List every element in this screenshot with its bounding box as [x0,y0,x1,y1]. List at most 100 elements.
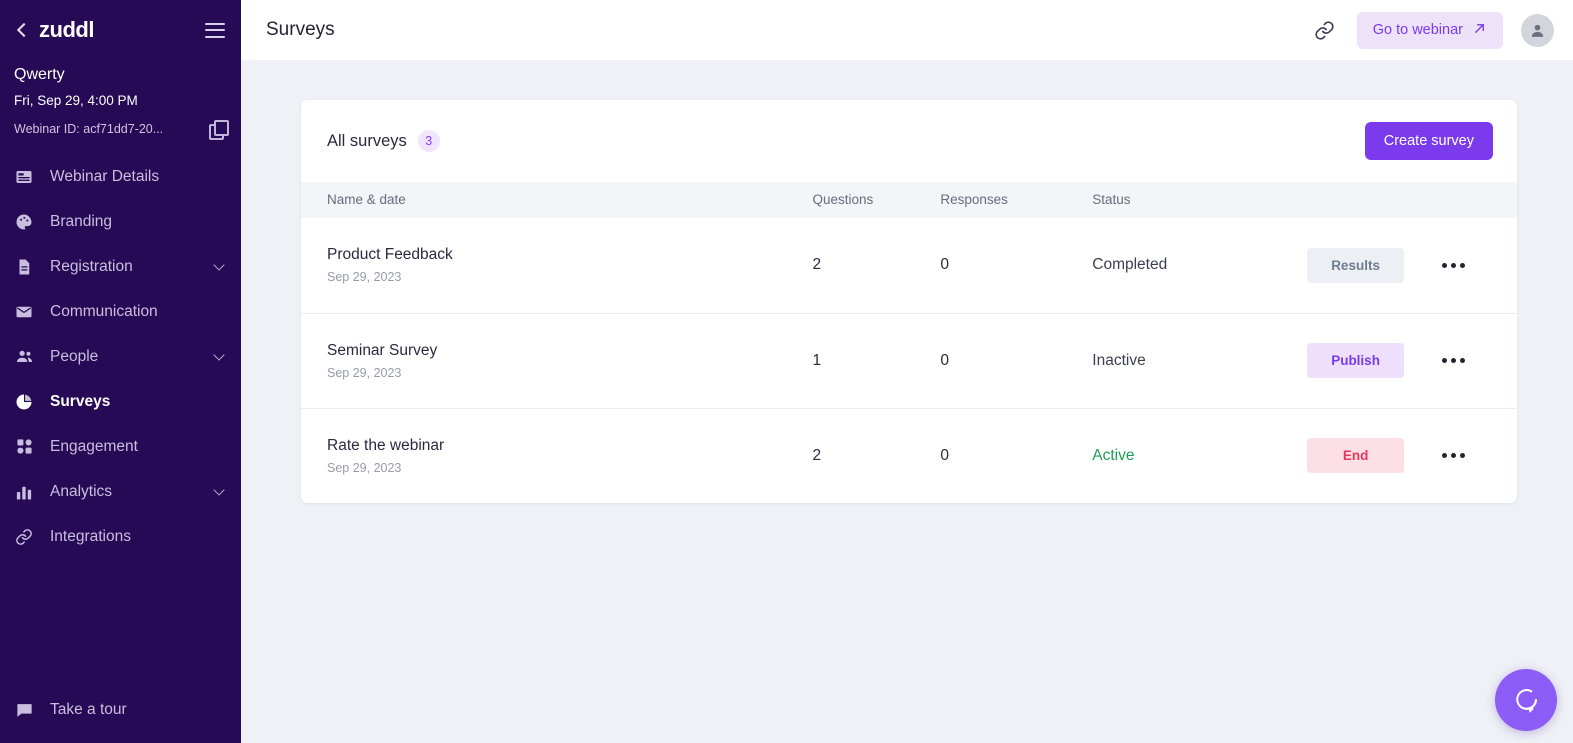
page-title: Surveys [266,19,335,40]
palette-icon [14,212,34,232]
survey-date: Sep 29, 2023 [327,460,402,475]
sidebar-header: zuddl [0,0,241,60]
results-button[interactable]: Results [1307,247,1405,283]
speech-bubble-icon [14,700,34,720]
main-area: Surveys Go to webinar All surveys 3 Crea… [241,0,1573,743]
brand-logo[interactable]: zuddl [39,17,205,43]
table-row[interactable]: Rate the webinar Sep 29, 2023 2 0 Active End [301,408,1517,503]
survey-date: Sep 29, 2023 [327,365,402,380]
more-options-icon[interactable] [1442,358,1468,363]
chevron-down-icon[interactable] [214,261,225,272]
column-header-action [1307,182,1442,218]
webinar-id: Webinar ID: acf71dd7-20... [14,122,164,136]
sidebar-item-label: Engagement [50,437,138,455]
survey-name: Product Feedback [327,246,453,264]
cell-menu [1442,313,1517,408]
sidebar-item-label: Analytics [50,482,113,500]
document-icon [14,257,34,277]
link-chain-icon[interactable] [1314,20,1335,41]
sidebar-item-branding[interactable]: Branding [0,199,241,244]
cell-questions: 2 [812,446,822,464]
top-header: Surveys Go to webinar [241,0,1573,60]
surveys-table: Name & date Questions Responses Status P… [301,182,1517,503]
more-options-icon[interactable] [1442,453,1468,459]
publish-button[interactable]: Publish [1307,343,1405,378]
sidebar-item-communication[interactable]: Communication [0,289,241,334]
cell-questions: 1 [812,351,822,369]
sidebar-item-label: Surveys [50,392,111,410]
sidebar-item-registration[interactable]: Registration [0,244,241,289]
table-head: Name & date Questions Responses Status [301,182,1517,218]
cell-name: Product Feedback Sep 29, 2023 [301,218,812,313]
sidebar-item-label: Branding [50,212,113,230]
cell-status: Completed [1092,218,1307,313]
sidebar-item-label: People [50,347,99,365]
cell-action: Publish [1307,313,1442,408]
chevron-down-icon[interactable] [214,351,225,362]
sidebar-item-integrations[interactable]: Integrations [0,514,241,559]
cell-name: Seminar Survey Sep 29, 2023 [301,313,812,408]
chat-widget-button[interactable] [1495,669,1557,731]
status-badge: Completed [1092,256,1168,274]
column-header-name: Name & date [327,192,406,207]
cell-responses: 0 [940,256,949,274]
table-row[interactable]: Seminar Survey Sep 29, 2023 1 0 Inactive Publ… [301,313,1517,408]
sidebar-item-engagement[interactable]: Engagement [0,424,241,469]
go-to-webinar-button[interactable]: Go to webinar [1356,11,1503,49]
cell-menu [1442,408,1517,503]
bar-chart-icon [14,482,34,502]
table-row[interactable]: Product Feedback Sep 29, 2023 2 0 Completed R… [301,218,1517,313]
survey-name: Rate the webinar [327,436,445,454]
sidebar-footer: Take a tour [0,691,241,743]
webinar-info: Qwerty Fri, Sep 29, 4:00 PM Webinar ID: … [0,60,241,150]
sidebar-nav: Webinar Details Branding Registration Commu… [0,154,241,691]
survey-count-badge: 3 [417,130,440,152]
cell-status: Active [1092,408,1307,503]
create-survey-button[interactable]: Create survey [1364,122,1493,160]
column-header-status: Status [1092,192,1131,207]
status-badge: Active [1092,446,1135,464]
go-to-webinar-label: Go to webinar [1372,22,1463,38]
column-header-responses: Responses [940,192,1008,207]
sidebar-item-label: Integrations [50,527,131,545]
cell-responses: 0 [940,446,949,464]
cell-action: Results [1307,218,1442,313]
cell-menu [1442,218,1517,313]
survey-name: Seminar Survey [327,341,438,359]
avatar[interactable] [1521,13,1554,47]
column-header-menu [1442,182,1517,218]
table-header-row: Name & date Questions Responses Status [301,182,1517,218]
sidebar-item-webinar-details[interactable]: Webinar Details [0,154,241,199]
copy-icon[interactable] [209,120,229,140]
cell-questions: 2 [812,256,822,274]
cell-action: End [1307,408,1442,503]
pie-chart-icon [14,392,34,412]
arrow-up-right-icon [1472,21,1487,40]
sidebar-item-surveys[interactable]: Surveys [0,379,241,424]
content-area: All surveys 3 Create survey Name & date … [241,60,1573,743]
end-button[interactable]: End [1307,438,1405,474]
sidebar-item-label: Registration [50,257,133,275]
hamburger-icon[interactable] [205,22,225,38]
grid-dots-icon [14,437,34,457]
card-title: All surveys [327,131,407,150]
webinar-id-row: Webinar ID: acf71dd7-20... [14,120,229,140]
sidebar-item-label: Take a tour [50,701,127,718]
sidebar: zuddl Qwerty Fri, Sep 29, 4:00 PM Webina… [0,0,241,743]
sidebar-item-label: Communication [50,302,158,320]
column-header-questions: Questions [812,192,874,207]
more-options-icon[interactable] [1442,262,1468,268]
survey-date: Sep 29, 2023 [327,270,402,285]
webinar-name: Qwerty [14,66,65,83]
chevron-down-icon[interactable] [214,486,225,497]
people-icon [14,347,34,367]
sidebar-item-analytics[interactable]: Analytics [0,469,241,514]
sidebar-item-take-a-tour[interactable]: Take a tour [14,691,225,729]
app-root: zuddl Qwerty Fri, Sep 29, 4:00 PM Webina… [0,0,1573,743]
sidebar-item-people[interactable]: People [0,334,241,379]
back-chevron-icon[interactable] [14,22,30,38]
user-avatar-icon [1531,24,1544,37]
chat-bubble-icon [1516,689,1538,713]
cell-status: Inactive [1092,313,1307,408]
webinar-datetime: Fri, Sep 29, 4:00 PM [14,93,138,108]
